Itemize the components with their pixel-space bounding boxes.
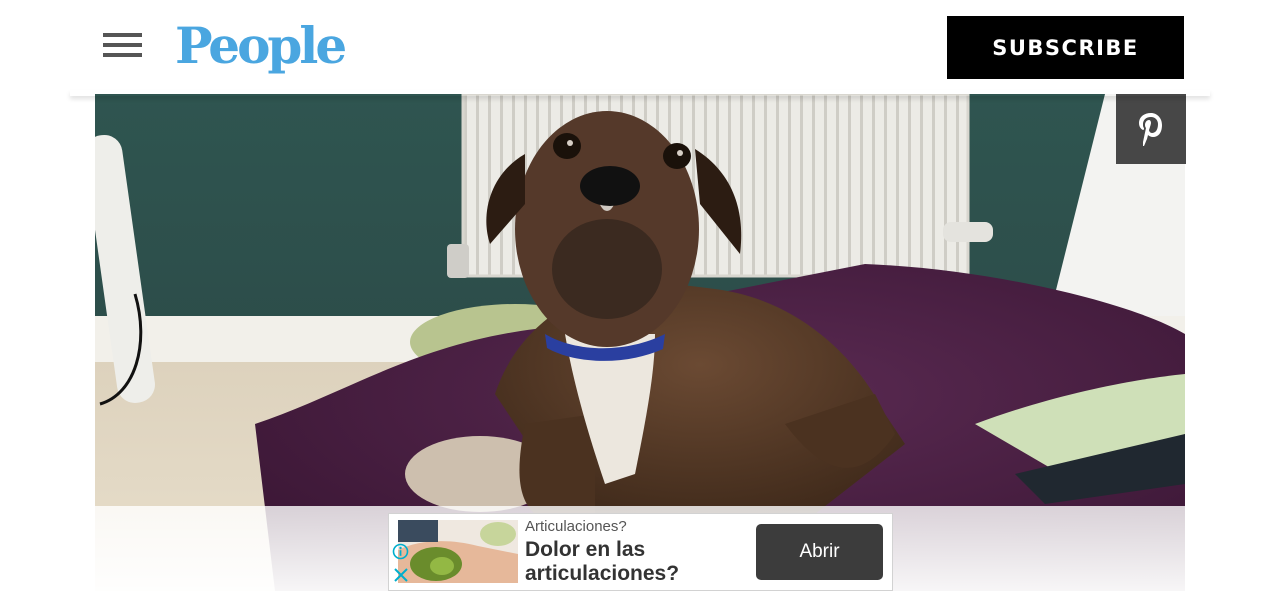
menu-bar — [103, 43, 142, 47]
pinterest-share-button[interactable] — [1116, 94, 1186, 164]
pinterest-icon — [1139, 113, 1162, 146]
ad-image[interactable] — [398, 520, 518, 583]
people-logo[interactable]: People — [175, 14, 347, 78]
ad-banner[interactable]: Articulaciones? Dolor en las articulacio… — [388, 513, 893, 591]
close-icon[interactable] — [393, 567, 409, 583]
subscribe-button[interactable]: SUBSCRIBE — [947, 16, 1184, 79]
info-icon[interactable] — [392, 543, 409, 560]
ad-kicker[interactable]: Articulaciones? — [525, 518, 627, 535]
site-header: People SUBSCRIBE — [0, 0, 1280, 94]
hamburger-menu-icon[interactable] — [103, 31, 143, 61]
menu-bar — [103, 33, 142, 37]
header-divider — [70, 90, 1210, 96]
ad-open-button[interactable]: Abrir — [756, 524, 883, 580]
menu-bar — [103, 53, 142, 57]
ad-headline[interactable]: Dolor en las articulaciones? — [525, 538, 740, 586]
